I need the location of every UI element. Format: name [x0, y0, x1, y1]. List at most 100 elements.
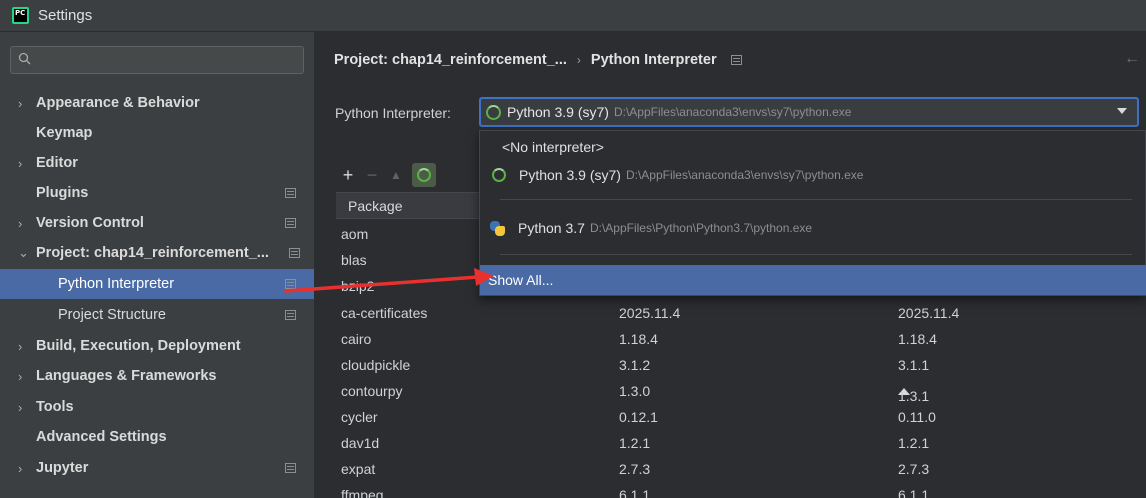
package-version: 2025.11.4 — [619, 305, 681, 321]
package-version: 3.1.2 — [619, 357, 651, 373]
add-package-button[interactable]: + — [336, 165, 360, 186]
package-latest-version: 1.3.1 — [898, 388, 930, 404]
package-latest-version: 1.18.4 — [898, 331, 937, 347]
sidebar-item-jupyter[interactable]: › Jupyter — [0, 453, 314, 483]
chevron-right-icon: › — [18, 215, 23, 231]
package-name: cairo — [341, 331, 372, 347]
package-latest-version: 3.1.1 — [898, 357, 930, 373]
interpreter-option-py39[interactable]: Python 3.9 (sy7) D:\AppFiles\anaconda3\e… — [480, 161, 1146, 189]
option-label: Python 3.9 (sy7) — [519, 167, 621, 183]
package-name: cycler — [341, 409, 378, 425]
project-settings-icon — [730, 55, 742, 65]
project-settings-icon — [285, 310, 296, 320]
sidebar-item-appearance-behavior[interactable]: › Appearance & Behavior — [0, 88, 314, 118]
settings-sidebar: › Appearance & Behavior Keymap › Editor … — [0, 32, 314, 498]
package-name: ca-certificates — [341, 305, 428, 321]
chevron-right-icon: › — [18, 460, 23, 476]
package-name: dav1d — [341, 435, 380, 451]
breadcrumb-page: Python Interpreter — [590, 52, 717, 68]
sidebar-item-project-structure[interactable]: Project Structure — [0, 300, 314, 330]
table-row[interactable]: cycler 0.12.1 0.11.0 — [336, 404, 1146, 430]
package-version: 1.18.4 — [619, 331, 658, 347]
interpreter-selected-name: Python 3.9 (sy7) — [507, 104, 609, 120]
project-settings-icon — [285, 463, 296, 473]
package-version: 0.12.1 — [619, 409, 658, 425]
sidebar-item-languages-frameworks[interactable]: › Languages & Frameworks — [0, 361, 314, 391]
table-row[interactable]: ffmpeg 6.1.1 6.1.1 — [336, 482, 1146, 498]
package-name: cloudpickle — [341, 357, 411, 373]
sidebar-item-label: Build, Execution, Deployment — [36, 338, 241, 354]
package-version: 2.7.3 — [619, 461, 651, 477]
table-row[interactable]: expat 2.7.3 2.7.3 — [336, 456, 1146, 482]
sidebar-item-build-execution-deployment[interactable]: › Build, Execution, Deployment — [0, 331, 314, 361]
sidebar-item-label: Appearance & Behavior — [36, 95, 200, 111]
project-settings-icon — [285, 279, 296, 289]
breadcrumb-project[interactable]: Project: chap14_reinforcement_... — [334, 52, 567, 68]
sidebar-item-plugins[interactable]: Plugins — [0, 178, 314, 208]
package-name: ffmpeg — [341, 487, 384, 498]
interpreter-option-py37[interactable]: Python 3.7 D:\AppFiles\Python\Python3.7\… — [480, 214, 1146, 242]
sidebar-item-version-control[interactable]: › Version Control — [0, 208, 314, 238]
project-settings-icon — [285, 188, 296, 198]
breadcrumb: Project: chap14_reinforcement_... › Pyth… — [334, 52, 742, 68]
sidebar-item-label: Python Interpreter — [58, 276, 175, 292]
package-version: 6.1.1 — [619, 487, 651, 498]
package-latest-version: 6.1.1 — [898, 487, 930, 498]
chevron-right-icon: › — [18, 95, 23, 111]
package-name: expat — [341, 461, 376, 477]
option-label: Python 3.7 — [518, 220, 585, 236]
divider — [500, 199, 1132, 200]
sidebar-item-python-interpreter[interactable]: Python Interpreter — [0, 269, 314, 299]
chevron-right-icon: › — [18, 399, 23, 415]
sidebar-item-project[interactable]: ⌄ Project: chap14_reinforcement_... — [0, 238, 314, 268]
packages-toolbar: + − ▲ — [336, 160, 496, 190]
no-interpreter-option[interactable]: <No interpreter> — [480, 133, 1146, 161]
sidebar-item-label: Keymap — [36, 125, 93, 141]
conda-spinner-icon — [417, 168, 431, 182]
package-version: 1.3.0 — [619, 383, 651, 399]
package-version: 1.2.1 — [619, 435, 651, 451]
option-label: Show All... — [488, 272, 554, 288]
project-settings-icon — [285, 218, 296, 228]
table-row[interactable]: cairo 1.18.4 1.18.4 — [336, 326, 1146, 352]
package-latest-version: 1.2.1 — [898, 435, 930, 451]
sidebar-item-advanced-settings[interactable]: Advanced Settings — [0, 422, 314, 452]
sidebar-item-editor[interactable]: › Editor — [0, 148, 314, 178]
package-latest-version: 2.7.3 — [898, 461, 930, 477]
chevron-right-icon: › — [18, 368, 23, 384]
package-latest-version: 0.11.0 — [898, 409, 936, 425]
upgrade-package-button[interactable]: ▲ — [384, 168, 408, 182]
divider — [500, 254, 1132, 255]
table-row[interactable]: cloudpickle 3.1.2 3.1.1 — [336, 352, 1146, 378]
back-arrow-icon[interactable]: ← — [1124, 50, 1140, 68]
table-row[interactable]: ca-certificates 2025.11.4 2025.11.4 — [336, 300, 1146, 326]
sidebar-item-label: Languages & Frameworks — [36, 368, 217, 384]
table-row[interactable]: contourpy 1.3.0 1.3.1 — [336, 378, 1146, 404]
column-header-package[interactable]: Package — [348, 198, 402, 214]
table-row[interactable]: dav1d 1.2.1 1.2.1 — [336, 430, 1146, 456]
sidebar-item-label: Tools — [36, 399, 74, 415]
option-label: <No interpreter> — [502, 139, 604, 155]
package-name: contourpy — [341, 383, 403, 399]
sidebar-item-tools[interactable]: › Tools — [0, 392, 314, 422]
python-logo-icon — [490, 220, 505, 236]
show-all-option[interactable]: Show All... — [480, 265, 1146, 295]
remove-package-button[interactable]: − — [360, 165, 384, 186]
interpreter-label: Python Interpreter: — [335, 105, 451, 121]
breadcrumb-separator: › — [576, 53, 581, 67]
caret-down-icon — [1117, 108, 1127, 114]
interpreter-select[interactable]: Python 3.9 (sy7) D:\AppFiles\anaconda3\e… — [479, 97, 1139, 127]
option-path: D:\AppFiles\Python\Python3.7\python.exe — [589, 221, 813, 235]
settings-search-input[interactable] — [10, 46, 304, 74]
chevron-down-icon: ⌄ — [18, 245, 29, 260]
project-settings-icon — [289, 248, 300, 258]
conda-spinner-icon — [486, 104, 501, 120]
sidebar-item-label: Project: chap14_reinforcement_... — [36, 245, 269, 261]
sidebar-item-keymap[interactable]: Keymap — [0, 118, 314, 148]
package-name: blas — [341, 252, 367, 268]
chevron-right-icon: › — [18, 155, 23, 171]
refresh-button[interactable] — [412, 163, 436, 187]
interpreter-selected-path: D:\AppFiles\anaconda3\envs\sy7\python.ex… — [613, 105, 852, 119]
sidebar-item-label: Project Structure — [58, 307, 166, 323]
conda-spinner-icon — [492, 168, 506, 182]
